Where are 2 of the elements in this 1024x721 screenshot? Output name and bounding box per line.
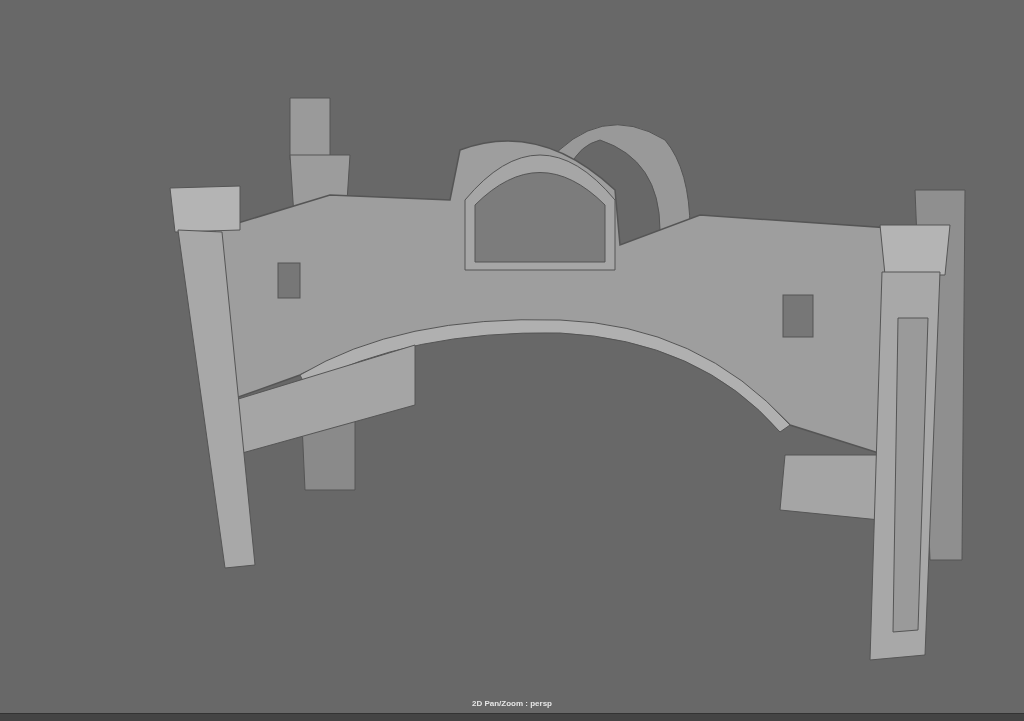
camera-label: 2D Pan/Zoom : persp — [471, 699, 553, 708]
time-slider-bar[interactable] — [0, 713, 1024, 721]
